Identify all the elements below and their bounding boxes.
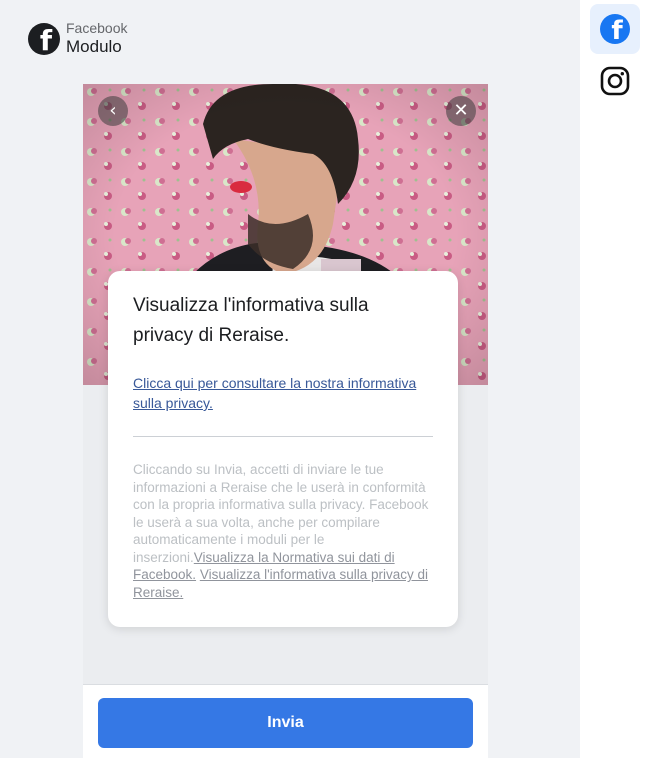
facebook-icon: f	[600, 14, 630, 44]
instagram-icon	[600, 66, 630, 96]
submit-button[interactable]: Invia	[98, 698, 473, 748]
privacy-title: Visualizza l'informativa sulla privacy d…	[133, 295, 369, 346]
header-title: Modulo	[66, 37, 122, 56]
page-header: f Facebook Modulo	[28, 20, 127, 57]
chevron-left-icon: ‹	[109, 100, 117, 121]
platform-sidebar: f	[580, 0, 645, 758]
divider	[133, 436, 433, 437]
close-icon: ✕	[453, 100, 469, 121]
privacy-policy-link[interactable]: Clicca qui per consultare la nostra info…	[133, 373, 433, 413]
sidebar-item-facebook[interactable]: f	[590, 4, 640, 54]
back-button[interactable]: ‹	[98, 96, 128, 126]
disclaimer: Cliccando su Invia, accetti di inviare l…	[133, 461, 433, 601]
sidebar-item-instagram[interactable]	[590, 56, 640, 106]
lead-form-preview: ‹ ✕ Visualizza l'informativa sulla priva…	[83, 84, 488, 758]
header-text: Facebook Modulo	[66, 20, 127, 57]
form-footer: Invia	[83, 684, 488, 758]
header-subtitle: Facebook	[66, 20, 128, 36]
main-area: f Facebook Modulo ‹ ✕ Visualizza l'infor…	[0, 0, 580, 758]
facebook-logo-icon: f	[28, 22, 60, 55]
privacy-card: Visualizza l'informativa sulla privacy d…	[108, 271, 458, 627]
close-button[interactable]: ✕	[446, 96, 476, 126]
